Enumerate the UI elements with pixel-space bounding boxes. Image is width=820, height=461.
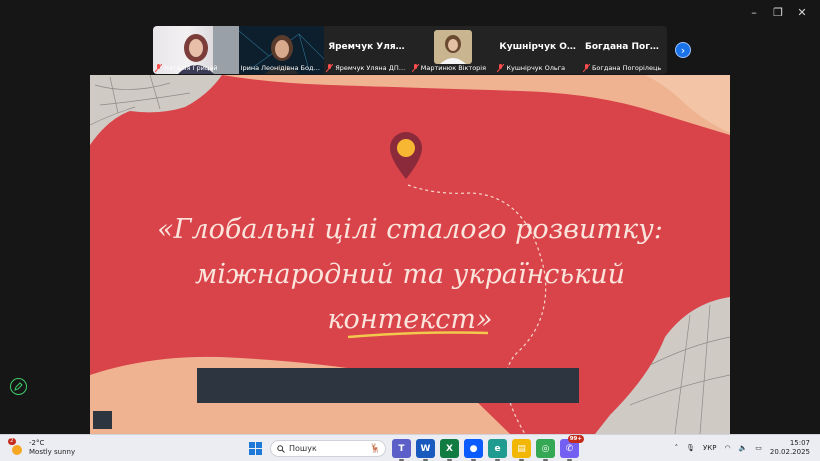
pinned-apps: T W X ● e ▤ ◎ ✆ 99+ [392, 435, 584, 461]
sun-icon: 2 [8, 438, 24, 455]
start-button[interactable] [249, 442, 262, 455]
language-indicator[interactable]: УКР [703, 444, 716, 452]
edge-icon: e [494, 443, 501, 454]
mic-off-icon [411, 64, 419, 72]
zoom-icon: ● [469, 443, 478, 454]
shared-slide: «Глобальні цілі сталого розвитку: міжнар… [90, 75, 730, 434]
chevron-up-icon[interactable]: ˄ [675, 444, 679, 452]
clock-date: 20.02.2025 [769, 448, 810, 456]
windows-logo-icon [249, 442, 255, 448]
taskbar: 2 -2°C Mostly sunny Пошук 🦌 T W X ● e ▤ ◎ ✆ 99+ … [0, 434, 820, 461]
slide-title-line: контекст» [327, 304, 493, 335]
participant-title: Кушнірчук Ольга [499, 42, 577, 52]
excel-app-icon[interactable]: X [440, 439, 459, 461]
subtitle-bar [197, 368, 579, 403]
chrome-app-icon[interactable]: ◎ [536, 439, 555, 461]
participant-tile[interactable]: Мартинюк Вікторія [410, 26, 496, 74]
volume-icon[interactable]: 🔈 [739, 444, 748, 452]
weather-desc: Mostly sunny [29, 448, 76, 456]
weather-widget[interactable]: 2 -2°C Mostly sunny [8, 438, 76, 457]
participant-name: Наталія Грицай [164, 64, 218, 72]
participant-name: Богдана Погорілець [591, 64, 662, 72]
viber-app-icon[interactable]: ✆ 99+ [560, 435, 584, 461]
search-placeholder: Пошук [289, 444, 317, 453]
file-explorer-app-icon[interactable]: ▤ [512, 439, 531, 461]
word-icon: W [420, 443, 431, 454]
system-tray: ˄ 🎙 УКР ◠ 🔈 ▭ 15:07 20.02.2025 [675, 435, 820, 461]
slide-corner-box [93, 411, 112, 429]
viber-icon: ✆ [565, 443, 574, 454]
annotate-button[interactable] [10, 378, 27, 395]
mic-off-icon [326, 64, 334, 72]
participant-title: Богдана Погорі... [584, 42, 663, 52]
participant-tile[interactable]: Яремчук Уляна... Яремчук Уляна ДПНП... [324, 26, 410, 74]
maximize-button[interactable]: ❐ [766, 4, 790, 20]
taskbar-search[interactable]: Пошук 🦌 [270, 440, 386, 457]
participant-name: Яремчук Уляна ДПНП... [335, 64, 408, 72]
search-icon [277, 444, 285, 453]
zoom-app-icon[interactable]: ● [464, 439, 483, 461]
search-highlight-icon: 🦌 [369, 443, 381, 454]
clock[interactable]: 15:07 20.02.2025 [770, 439, 810, 457]
window-controls: – ❐ ✕ [742, 4, 814, 20]
teams-icon: T [398, 443, 405, 454]
participant-title: Яремчук Уляна... [328, 42, 406, 52]
word-app-icon[interactable]: W [416, 439, 435, 461]
wifi-icon[interactable]: ◠ [724, 444, 730, 452]
mic-off-icon [497, 64, 505, 72]
close-button[interactable]: ✕ [790, 4, 814, 20]
participant-name: Ірина Леонідівна Боднар... [240, 64, 323, 72]
pencil-icon [14, 382, 23, 391]
next-participants-button[interactable]: › [675, 42, 691, 58]
clock-time: 15:07 [789, 439, 810, 447]
battery-icon[interactable]: ▭ [755, 444, 762, 452]
teams-app-icon[interactable]: T [392, 439, 411, 461]
participant-tile[interactable]: Богдана Погорі... Богдана Погорілець [581, 26, 667, 74]
mic-off-icon [582, 64, 590, 72]
excel-icon: X [446, 443, 453, 454]
chrome-icon: ◎ [541, 443, 550, 454]
participant-tile[interactable]: Кушнірчук Ольга Кушнірчук Ольга [495, 26, 581, 74]
chevron-right-icon: › [680, 43, 686, 57]
file-explorer-icon: ▤ [517, 443, 526, 454]
slide-title: «Глобальні цілі сталого розвитку: міжнар… [90, 207, 730, 342]
slide-title-line: міжнародний та український [195, 259, 625, 290]
participant-strip: Наталія Грицай Ірина Леонідівна Боднар..… [153, 26, 667, 74]
participant-name: Кушнірчук Ольга [506, 64, 566, 72]
edge-app-icon[interactable]: e [488, 439, 507, 461]
weather-badge: 2 [8, 438, 16, 445]
participant-tile[interactable]: Наталія Грицай [153, 26, 239, 74]
minimize-button[interactable]: – [742, 4, 766, 20]
slide-title-line: «Глобальні цілі сталого розвитку: [157, 214, 663, 245]
notification-badge: 99+ [567, 435, 584, 443]
weather-temp: -2°C [29, 439, 45, 447]
mic-off-icon [155, 64, 162, 72]
microphone-icon[interactable]: 🎙 [686, 444, 695, 452]
participant-name: Мартинюк Вікторія [420, 64, 487, 72]
participant-tile-active[interactable]: Ірина Леонідівна Боднар... [238, 26, 325, 74]
